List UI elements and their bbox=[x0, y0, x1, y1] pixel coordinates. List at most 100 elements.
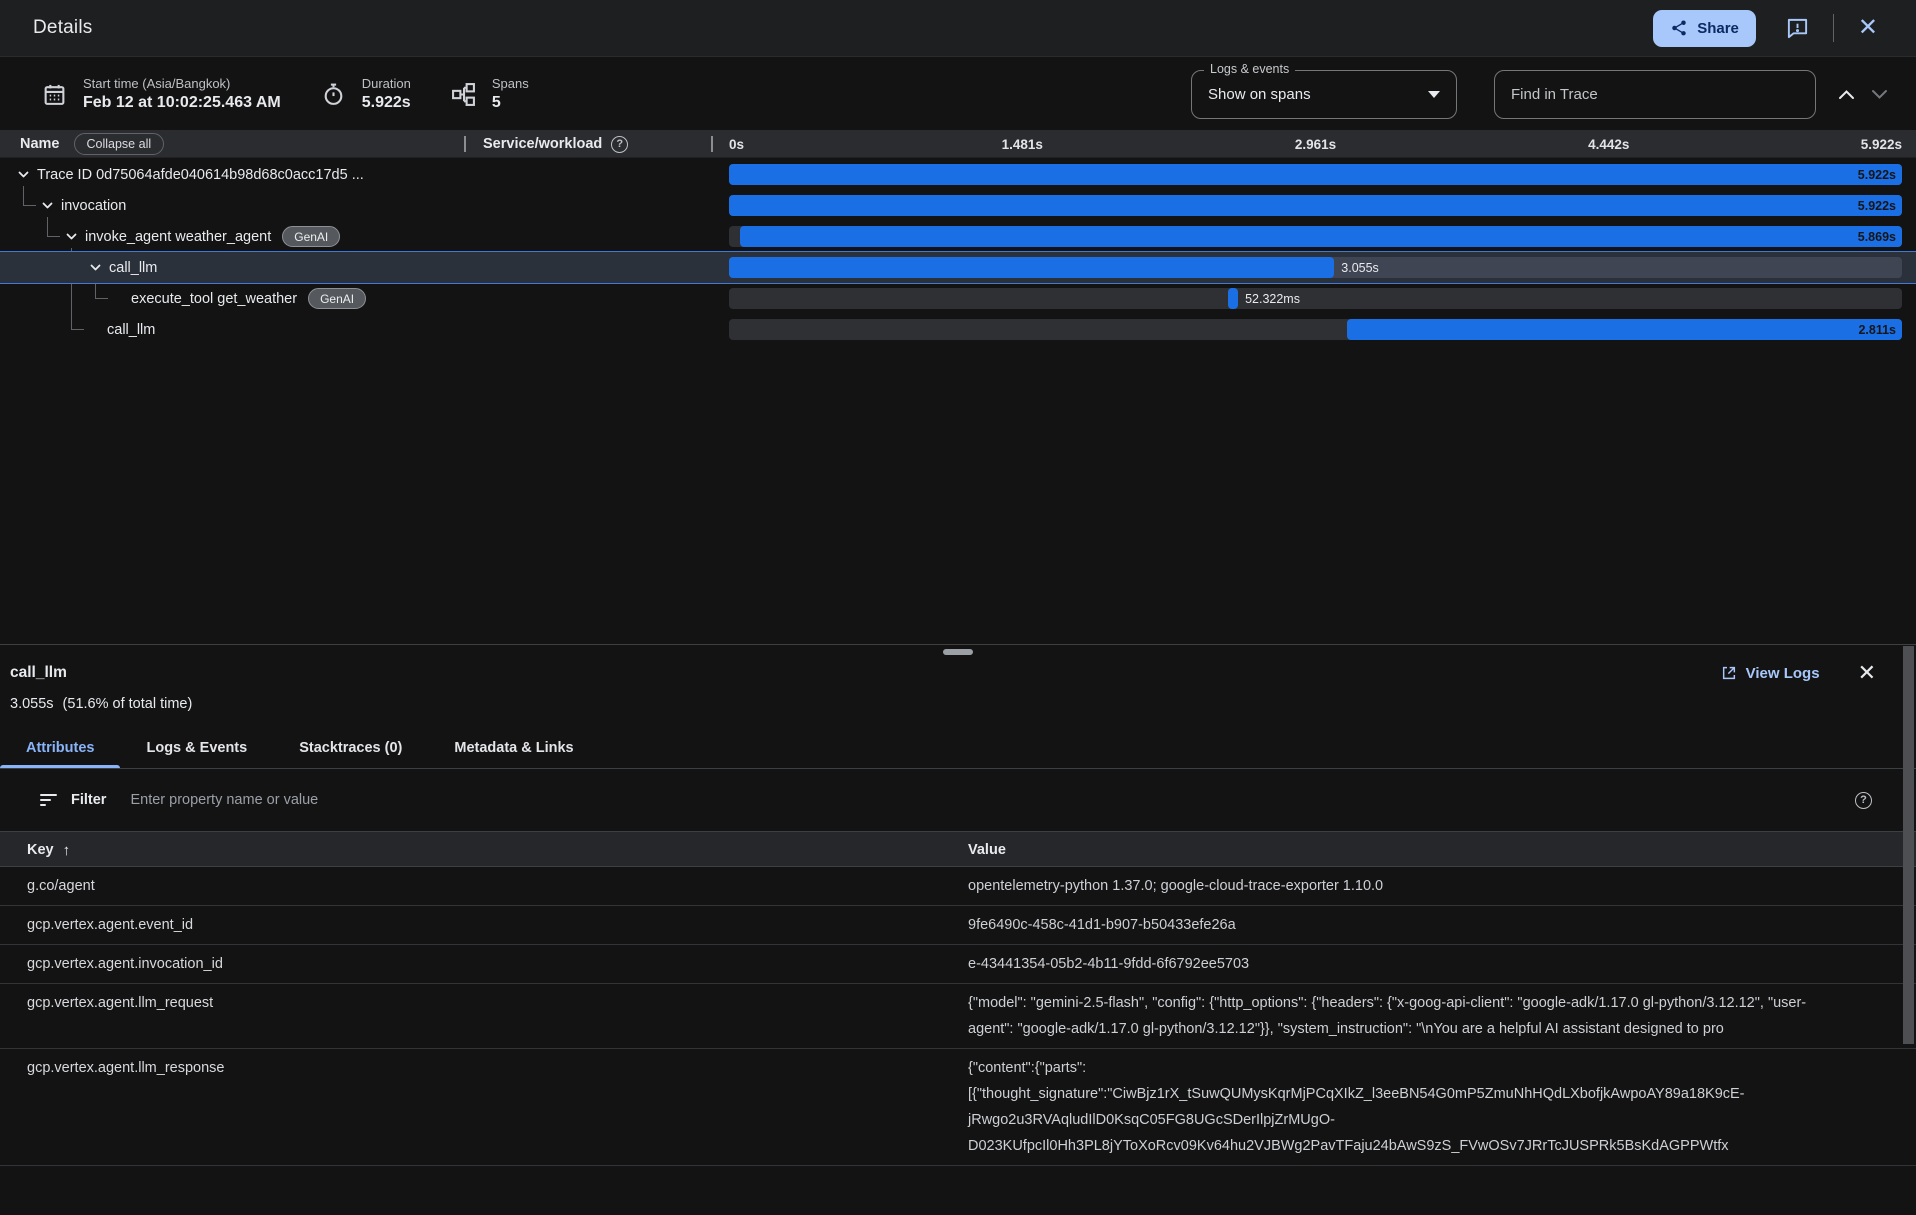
find-in-trace-input[interactable] bbox=[1494, 70, 1816, 119]
tree-connector-line bbox=[47, 217, 60, 237]
share-icon bbox=[1670, 19, 1688, 37]
span-duration-bar: 5.922s bbox=[729, 164, 1902, 185]
feedback-icon bbox=[1786, 17, 1809, 40]
stat-label: Spans bbox=[492, 75, 529, 92]
filter-label: Filter bbox=[71, 792, 106, 808]
page-title: Details bbox=[33, 17, 92, 39]
find-previous-button[interactable] bbox=[1830, 81, 1863, 108]
trace-grid-header: Name Collapse all Service/workload ? 0s1… bbox=[0, 130, 1916, 158]
logs-events-select[interactable]: Logs & events Show on spans bbox=[1191, 70, 1457, 119]
attribute-key: gcp.vertex.agent.invocation_id bbox=[27, 951, 223, 977]
span-duration-bar: 2.811s bbox=[1347, 319, 1902, 340]
span-name: call_llm bbox=[107, 322, 155, 338]
key-column-header: Key bbox=[27, 842, 54, 858]
detail-tabs: AttributesLogs & EventsStacktraces (0)Me… bbox=[0, 727, 1916, 769]
logs-events-value: Show on spans bbox=[1208, 86, 1311, 103]
trace-stats: Start time (Asia/Bangkok)Feb 12 at 10:02… bbox=[42, 75, 569, 113]
view-logs-button[interactable]: View Logs bbox=[1721, 665, 1820, 682]
span-duration-bar: 5.869s bbox=[740, 226, 1902, 247]
axis-tick: 5.922s bbox=[1861, 130, 1902, 158]
spans-icon bbox=[451, 82, 476, 107]
attribute-key: g.co/agent bbox=[27, 873, 95, 899]
top-bar-actions: Share ✕ bbox=[1653, 10, 1878, 47]
trace-span-row[interactable]: call_llm 2.811s bbox=[0, 314, 1916, 345]
expand-chevron-icon[interactable] bbox=[65, 232, 85, 241]
column-divider bbox=[464, 136, 466, 152]
share-button[interactable]: Share bbox=[1653, 10, 1756, 47]
expand-chevron-icon[interactable] bbox=[41, 201, 61, 210]
span-name: invocation bbox=[61, 198, 126, 214]
span-duration-label: 52.322ms bbox=[1245, 288, 1300, 309]
span-title: call_llm bbox=[10, 664, 67, 682]
attribute-value: {"model": "gemini-2.5-flash", "config": … bbox=[968, 984, 1830, 1048]
trace-span-row[interactable]: invoke_agent weather_agent GenAI 5.869s bbox=[0, 221, 1916, 252]
panel-resize-handle[interactable] bbox=[943, 649, 973, 655]
attribute-value: opentelemetry-python 1.37.0; google-clou… bbox=[968, 867, 1830, 905]
trace-span-row[interactable]: Trace ID 0d75064afde040614b98d68c0acc17d… bbox=[0, 159, 1916, 190]
expand-chevron-icon[interactable] bbox=[17, 170, 37, 179]
key-column-sort[interactable]: Key ↑ bbox=[27, 832, 70, 868]
stat-spans: Spans5 bbox=[451, 75, 529, 113]
genai-badge: GenAI bbox=[282, 226, 340, 247]
trace-span-row[interactable]: invocation 5.922s bbox=[0, 190, 1916, 221]
attribute-row: g.co/agent opentelemetry-python 1.37.0; g… bbox=[0, 867, 1916, 906]
stat-value: 5.922s bbox=[362, 92, 411, 113]
attribute-filter-input[interactable] bbox=[130, 792, 1855, 808]
close-panel-button[interactable]: ✕ bbox=[1858, 660, 1876, 686]
expand-chevron-icon[interactable] bbox=[89, 263, 109, 272]
service-help-icon[interactable]: ? bbox=[611, 136, 628, 153]
attribute-row: gcp.vertex.agent.llm_request {"model": "g… bbox=[0, 984, 1916, 1049]
span-duration-label: 5.922s bbox=[1858, 168, 1902, 182]
share-button-label: Share bbox=[1697, 20, 1739, 37]
header-divider bbox=[1833, 14, 1834, 42]
span-name: execute_tool get_weather bbox=[131, 291, 297, 307]
span-duration-bar bbox=[729, 257, 1334, 278]
axis-tick: 2.961s bbox=[1295, 130, 1336, 158]
span-bar-track bbox=[729, 288, 1902, 309]
name-column-header: Name bbox=[20, 136, 60, 152]
span-duration-bar: 5.922s bbox=[729, 195, 1902, 216]
trace-span-row[interactable]: execute_tool get_weather GenAI 52.322ms bbox=[0, 283, 1916, 314]
attribute-key: gcp.vertex.agent.llm_request bbox=[27, 990, 213, 1016]
tab-attributes[interactable]: Attributes bbox=[0, 727, 120, 768]
find-next-button[interactable] bbox=[1863, 81, 1896, 108]
attributes-table: g.co/agent opentelemetry-python 1.37.0; g… bbox=[0, 867, 1916, 1166]
trace-span-row[interactable]: call_llm3.055s bbox=[0, 251, 1916, 284]
tree-connector-line bbox=[23, 186, 36, 206]
close-icon: ✕ bbox=[1858, 16, 1878, 40]
collapse-all-button[interactable]: Collapse all bbox=[74, 133, 165, 155]
stopwatch-icon bbox=[321, 82, 346, 107]
axis-tick: 1.481s bbox=[1002, 130, 1043, 158]
attribute-value: {"content":{"parts": [{"thought_signatur… bbox=[968, 1049, 1830, 1165]
stat-calendar: Start time (Asia/Bangkok)Feb 12 at 10:02… bbox=[42, 75, 281, 113]
span-rows-area: Trace ID 0d75064afde040614b98d68c0acc17d… bbox=[0, 159, 1916, 349]
genai-badge: GenAI bbox=[308, 288, 366, 309]
attribute-row: gcp.vertex.agent.event_id 9fe6490c-458c-4… bbox=[0, 906, 1916, 945]
span-duration-label: 2.811s bbox=[1858, 323, 1902, 337]
span-bar-cell: 52.322ms bbox=[729, 283, 1902, 314]
span-bar-cell: 2.811s bbox=[729, 314, 1902, 345]
attribute-key: gcp.vertex.agent.event_id bbox=[27, 912, 193, 938]
close-details-button[interactable]: ✕ bbox=[1858, 16, 1878, 40]
view-logs-label: View Logs bbox=[1746, 665, 1820, 682]
open-in-new-icon bbox=[1721, 665, 1737, 681]
filter-help-icon[interactable]: ? bbox=[1855, 792, 1872, 809]
attribute-value: 9fe6490c-458c-41d1-b907-b50433efe26a bbox=[968, 906, 1830, 944]
axis-tick: 4.442s bbox=[1588, 130, 1629, 158]
stat-label: Start time (Asia/Bangkok) bbox=[83, 75, 281, 92]
attribute-key: gcp.vertex.agent.llm_response bbox=[27, 1055, 224, 1081]
span-detail-panel: call_llm View Logs ✕ 3.055s (51.6% of to… bbox=[0, 644, 1916, 1215]
span-bar-cell: 3.055s bbox=[729, 252, 1902, 283]
filter-icon bbox=[40, 794, 57, 806]
tab-stacktraces-0[interactable]: Stacktraces (0) bbox=[273, 727, 428, 768]
tab-logs-events[interactable]: Logs & Events bbox=[120, 727, 273, 768]
span-bar-cell: 5.922s bbox=[729, 190, 1902, 221]
span-duration-percent: (51.6% of total time) bbox=[63, 696, 193, 712]
panel-scrollbar-thumb[interactable] bbox=[1903, 646, 1914, 1044]
span-name: invoke_agent weather_agent bbox=[85, 229, 271, 245]
span-duration-label: 5.869s bbox=[1858, 230, 1902, 244]
stat-stopwatch: Duration5.922s bbox=[321, 75, 411, 113]
tab-metadata-links[interactable]: Metadata & Links bbox=[428, 727, 599, 768]
stat-value: 5 bbox=[492, 92, 529, 113]
feedback-button[interactable] bbox=[1786, 17, 1809, 40]
